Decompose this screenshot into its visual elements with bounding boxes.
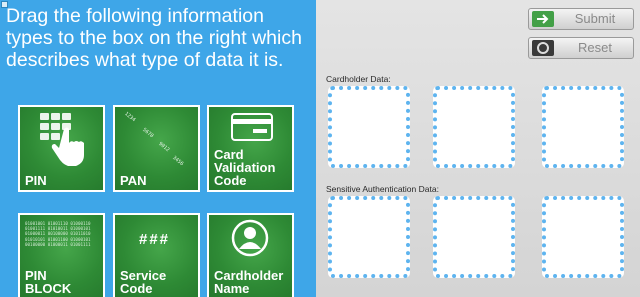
info-types-panel: Drag the following information types to … [0, 0, 316, 297]
tile-label: PIN [25, 173, 47, 188]
sensitive-auth-drop-zone[interactable] [433, 196, 515, 278]
reset-label: Reset [578, 40, 612, 55]
circle-icon [532, 40, 554, 56]
instructions-text: Drag the following information types to … [6, 5, 302, 71]
pan-digit-group: 3456 [171, 155, 185, 168]
person-avatar-icon [231, 219, 269, 257]
cardholder-drop-zone[interactable] [542, 86, 624, 168]
sensitive-auth-drop-zone[interactable] [328, 196, 410, 278]
sensitive-authentication-data-label: Sensitive Authentication Data: [326, 184, 439, 194]
tile-service-code[interactable]: ### Service Code [113, 213, 200, 297]
cardholder-drop-zone[interactable] [328, 86, 410, 168]
arrow-right-icon [532, 11, 554, 27]
tile-pan[interactable]: 1234 5678 9012 3456 PAN [113, 105, 200, 192]
sensitive-auth-drop-zone[interactable] [542, 196, 624, 278]
drop-target-panel: Submit Reset Cardholder Data: Sensitive … [316, 0, 640, 297]
tile-pin[interactable]: PIN [18, 105, 105, 192]
reset-button[interactable]: Reset [528, 37, 634, 59]
pan-digit-group: 1234 [123, 111, 137, 124]
keypad-hand-icon [40, 113, 84, 166]
hash-symbols-icon: ### [139, 231, 171, 248]
cardholder-data-label: Cardholder Data: [326, 74, 391, 84]
submit-label: Submit [574, 11, 616, 26]
pan-digit-group: 5678 [141, 127, 155, 140]
tile-label: Service Code [120, 268, 167, 296]
credit-card-icon [231, 113, 273, 141]
tile-label: Cardholder Name [214, 268, 284, 296]
tile-label: Card Validation Code [214, 147, 276, 188]
pan-digit-group: 9012 [157, 141, 171, 154]
submit-button[interactable]: Submit [528, 8, 634, 30]
tile-label: PIN BLOCK [25, 268, 72, 296]
tile-card-validation-code[interactable]: Card Validation Code [207, 105, 294, 192]
cardholder-drop-zone[interactable] [433, 86, 515, 168]
drag-drop-activity: Drag the following information types to … [0, 0, 640, 297]
tile-label: PAN [120, 173, 147, 188]
tile-pin-block[interactable]: 01001001 01001110 01000110 01001111 0101… [18, 213, 105, 297]
tile-cardholder-name[interactable]: Cardholder Name [207, 213, 294, 297]
binary-data-icon: 01001001 01001110 01000110 01001111 0101… [25, 221, 91, 247]
